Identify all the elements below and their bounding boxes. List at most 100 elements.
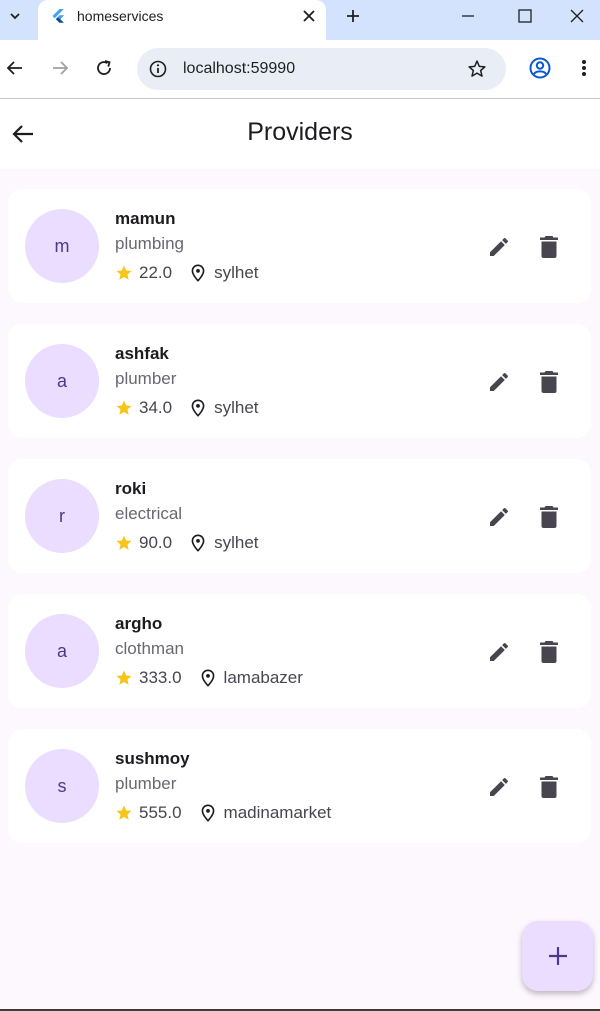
browser-tab-strip: homeservices [0,0,600,40]
provider-rating: 34.0 [139,398,173,417]
avatar: r [25,479,99,553]
pencil-icon [490,372,509,391]
delete-button[interactable] [536,772,562,802]
provider-service: plumber [115,774,177,793]
provider-name: roki [115,479,147,498]
plus-icon [548,947,567,965]
avatar: m [25,209,99,283]
delete-button[interactable] [536,637,562,667]
location-pin-icon [190,399,206,417]
location-pin-icon [190,534,206,552]
bookmark-button[interactable] [465,57,489,81]
browser-back-button[interactable] [1,54,29,82]
provider-name: ashfak [115,344,169,363]
address-bar[interactable]: localhost:59990 [137,48,506,90]
provider-card[interactable]: r roki electrical 90.0 sylhet [8,459,591,573]
provider-service: plumbing [115,234,184,253]
star-icon [115,399,133,417]
delete-button[interactable] [536,367,562,397]
provider-location: madinamarket [223,803,332,822]
pencil-icon [490,642,509,661]
window-close-button[interactable] [554,0,600,32]
avatar: a [25,614,99,688]
pencil-icon [490,777,509,796]
tab-close-button[interactable] [297,4,321,28]
provider-location: sylhet [214,263,259,282]
reload-button[interactable] [90,54,118,82]
provider-service: clothman [115,639,184,658]
avatar: a [25,344,99,418]
provider-card[interactable]: a ashfak plumber 34.0 sylhet [8,324,591,438]
plus-icon [347,10,359,22]
avatar: s [25,749,99,823]
provider-rating: 90.0 [139,533,173,552]
provider-card[interactable]: s sushmoy plumber 555.0 madinamarket [8,729,591,843]
edit-button[interactable] [484,637,514,667]
delete-button[interactable] [536,502,562,532]
provider-card[interactable]: m mamun plumbing 22.0 sylhet [8,189,591,303]
chevron-down-icon [10,13,20,20]
edit-button[interactable] [484,772,514,802]
provider-meta: 555.0 madinamarket [115,803,331,823]
provider-location: lamabazer [223,668,303,687]
browser-tab[interactable]: homeservices [38,0,326,40]
provider-name: argho [115,614,163,633]
new-tab-button[interactable] [340,3,366,29]
trash-icon [540,371,558,393]
arrow-right-icon [53,61,69,75]
minimize-button[interactable] [445,0,491,32]
flutter-logo-icon [52,9,64,23]
provider-location: sylhet [214,398,259,417]
browser-menu-button[interactable] [570,54,598,82]
account-circle-icon [529,57,551,79]
star-icon [115,804,133,822]
delete-button[interactable] [536,232,562,262]
pencil-icon [490,507,509,526]
provider-location: sylhet [214,533,259,552]
trash-icon [540,506,558,528]
providers-list: m mamun plumbing 22.0 sylhet a ashfak pl… [8,189,591,864]
minimize-icon [462,15,474,17]
provider-service: plumber [115,369,177,388]
provider-rating: 333.0 [139,668,182,687]
trash-icon [540,641,558,663]
maximize-icon [518,9,532,23]
star-icon [115,669,133,687]
url-text[interactable]: localhost:59990 [183,60,295,78]
maximize-button[interactable] [502,0,548,32]
add-provider-button[interactable] [522,921,593,991]
edit-button[interactable] [484,367,514,397]
location-pin-icon [190,264,206,282]
more-vertical-icon [582,60,586,76]
provider-meta: 90.0 sylhet [115,533,259,553]
pencil-icon [490,237,509,256]
provider-rating: 22.0 [139,263,173,282]
profile-button[interactable] [526,54,554,82]
location-pin-icon [200,669,216,687]
edit-button[interactable] [484,502,514,532]
location-pin-icon [200,804,216,822]
info-icon [149,60,167,78]
site-info-button[interactable] [147,58,169,80]
browser-forward-button[interactable] [46,54,74,82]
provider-name: sushmoy [115,749,190,768]
close-icon [570,9,584,23]
tab-search-button[interactable] [0,0,30,32]
provider-meta: 34.0 sylhet [115,398,259,418]
tab-title: homeservices [77,8,164,24]
app-bar: Providers [0,99,600,169]
star-icon [115,534,133,552]
provider-service: electrical [115,504,183,523]
trash-icon [540,776,558,798]
provider-card[interactable]: a argho clothman 333.0 lamabazer [8,594,591,708]
browser-toolbar: localhost:59990 [0,40,600,99]
close-icon [303,10,315,22]
provider-meta: 22.0 sylhet [115,263,259,283]
page-title: Providers [247,118,353,146]
provider-name: mamun [115,209,176,228]
edit-button[interactable] [484,232,514,262]
provider-meta: 333.0 lamabazer [115,668,303,688]
trash-icon [540,236,558,258]
arrow-left-icon [6,61,22,75]
provider-rating: 555.0 [139,803,182,822]
